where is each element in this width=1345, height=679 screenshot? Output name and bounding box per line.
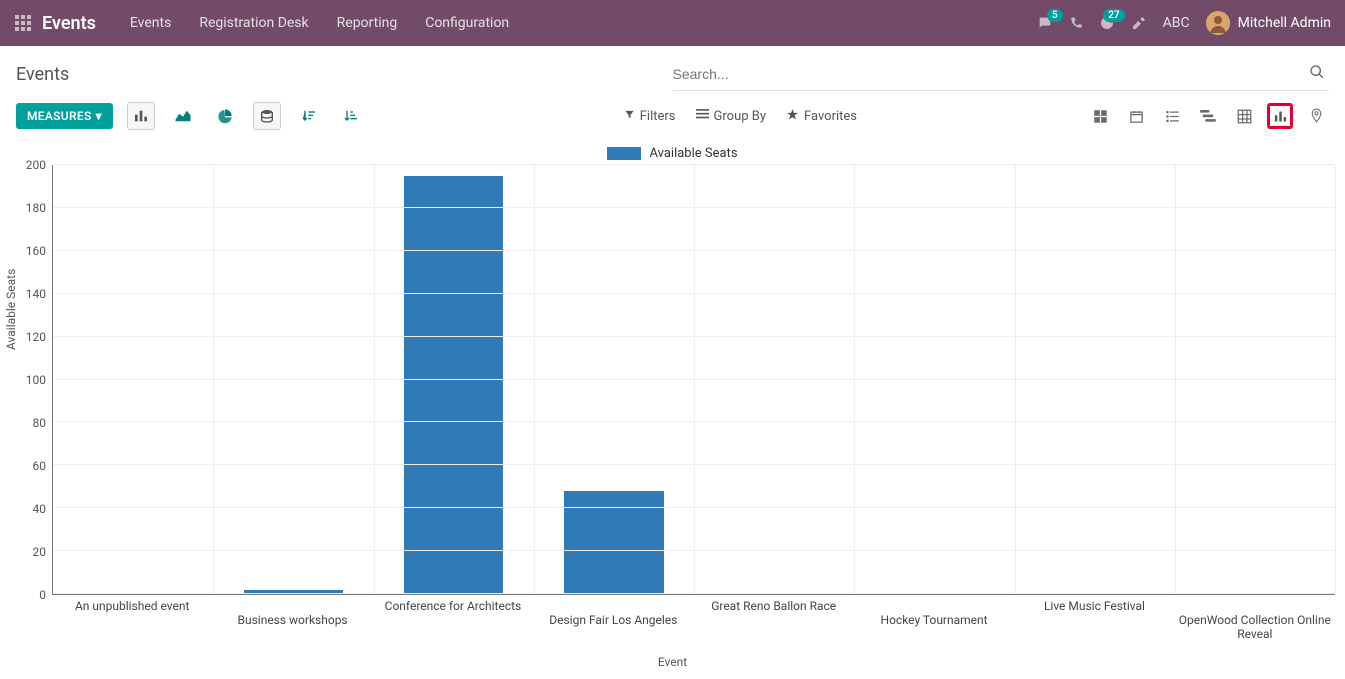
search-input[interactable] bbox=[673, 66, 1306, 82]
sort-asc-icon[interactable] bbox=[337, 102, 365, 130]
nav-events[interactable]: Events bbox=[116, 0, 185, 46]
groupby-button[interactable]: Group By bbox=[696, 108, 767, 125]
y-tick: 120 bbox=[26, 330, 46, 344]
funnel-icon bbox=[624, 109, 635, 124]
list-view-icon[interactable] bbox=[1159, 103, 1185, 129]
app-brand[interactable]: Events bbox=[42, 13, 96, 34]
line-chart-icon[interactable] bbox=[169, 102, 197, 130]
x-tick-label: Design Fair Los Angeles bbox=[533, 599, 693, 641]
measures-button[interactable]: MEASURES ▾ bbox=[16, 103, 113, 129]
measures-label: MEASURES bbox=[27, 109, 92, 123]
favorites-label: Favorites bbox=[804, 109, 857, 124]
search-bar[interactable] bbox=[673, 58, 1330, 91]
moon-icon[interactable]: 27 bbox=[1099, 15, 1115, 31]
x-tick-label: Business workshops bbox=[212, 599, 372, 641]
y-tick: 20 bbox=[33, 545, 47, 559]
control-panel: Events MEASURES ▾ bbox=[0, 46, 1345, 140]
bar-chart-icon[interactable] bbox=[127, 102, 155, 130]
view-switcher bbox=[1087, 103, 1329, 129]
abc-label[interactable]: ABC bbox=[1163, 15, 1190, 31]
y-tick: 200 bbox=[26, 158, 46, 172]
y-tick: 60 bbox=[33, 459, 47, 473]
legend-label: Available Seats bbox=[649, 146, 737, 161]
y-tick: 0 bbox=[39, 588, 46, 602]
x-tick-label: Live Music Festival bbox=[1014, 599, 1174, 641]
x-tick-label: Hockey Tournament bbox=[854, 599, 1014, 641]
nav-reporting[interactable]: Reporting bbox=[323, 0, 412, 46]
apps-icon[interactable] bbox=[8, 0, 38, 46]
x-tick-label: Conference for Architects bbox=[373, 599, 533, 641]
nav-registration-desk[interactable]: Registration Desk bbox=[185, 0, 322, 46]
y-tick: 100 bbox=[26, 373, 46, 387]
filters-label: Filters bbox=[640, 109, 676, 124]
page-title: Events bbox=[16, 64, 673, 85]
pivot-view-icon[interactable] bbox=[1231, 103, 1257, 129]
chart-container: Available Seats Available Seats 02040608… bbox=[0, 140, 1345, 679]
nav-configuration[interactable]: Configuration bbox=[411, 0, 523, 46]
y-tick: 80 bbox=[33, 416, 47, 430]
x-axis-label: Event bbox=[10, 655, 1335, 669]
chat-badge: 5 bbox=[1047, 9, 1063, 22]
kanban-view-icon[interactable] bbox=[1087, 103, 1113, 129]
map-view-icon[interactable] bbox=[1303, 103, 1329, 129]
search-icon[interactable] bbox=[1305, 60, 1329, 88]
y-tick: 160 bbox=[26, 244, 46, 258]
avatar bbox=[1206, 11, 1230, 35]
top-navbar: Events Events Registration Desk Reportin… bbox=[0, 0, 1345, 46]
y-axis: 020406080100120140160180200 bbox=[10, 165, 52, 595]
wrench-icon[interactable] bbox=[1131, 15, 1147, 31]
phone-icon[interactable] bbox=[1069, 16, 1083, 30]
sort-desc-icon[interactable] bbox=[295, 102, 323, 130]
legend-swatch bbox=[607, 147, 641, 160]
moon-badge: 27 bbox=[1103, 9, 1124, 22]
x-axis-labels: An unpublished eventBusiness workshopsCo… bbox=[52, 599, 1335, 641]
list-icon bbox=[696, 109, 709, 124]
pie-chart-icon[interactable] bbox=[211, 102, 239, 130]
stacked-icon[interactable] bbox=[253, 102, 281, 130]
user-menu[interactable]: Mitchell Admin bbox=[1206, 11, 1331, 35]
x-tick-label: Great Reno Ballon Race bbox=[694, 599, 854, 641]
x-tick-label: OpenWood Collection Online Reveal bbox=[1175, 599, 1335, 641]
caret-down-icon: ▾ bbox=[96, 109, 102, 123]
filters-button[interactable]: Filters bbox=[624, 108, 676, 125]
x-tick-label: An unpublished event bbox=[52, 599, 212, 641]
gantt-view-icon[interactable] bbox=[1195, 103, 1221, 129]
y-tick: 40 bbox=[33, 502, 47, 516]
chart-bar[interactable] bbox=[404, 176, 503, 594]
graph-view-icon[interactable] bbox=[1267, 103, 1293, 129]
y-tick: 140 bbox=[26, 287, 46, 301]
user-name: Mitchell Admin bbox=[1238, 15, 1331, 31]
systray: 5 27 ABC Mitchell Admin bbox=[1037, 11, 1337, 35]
chart-plot bbox=[52, 165, 1335, 595]
groupby-label: Group By bbox=[714, 109, 767, 124]
calendar-view-icon[interactable] bbox=[1123, 103, 1149, 129]
star-icon bbox=[786, 108, 799, 125]
chat-icon[interactable]: 5 bbox=[1037, 15, 1053, 31]
y-tick: 180 bbox=[26, 201, 46, 215]
favorites-button[interactable]: Favorites bbox=[786, 108, 857, 125]
chart-legend: Available Seats bbox=[10, 146, 1335, 161]
